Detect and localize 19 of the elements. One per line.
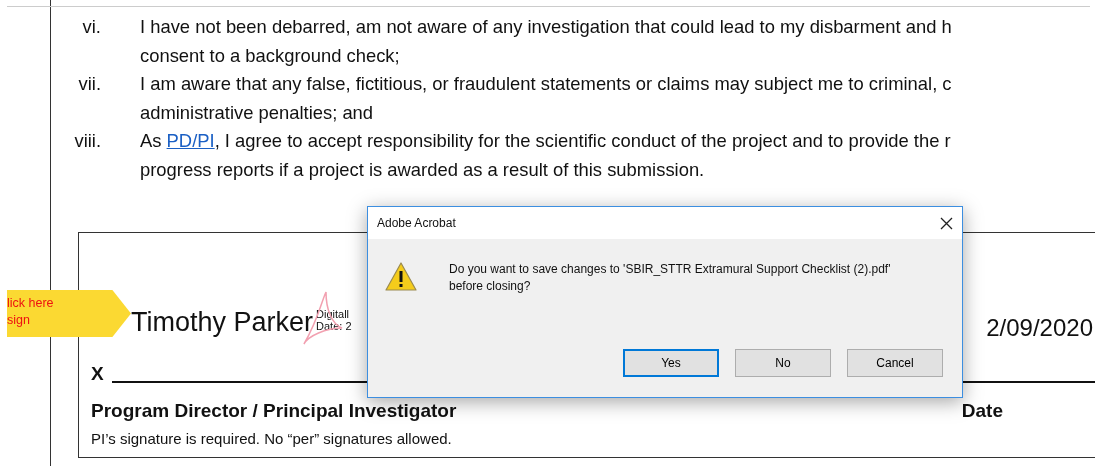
signature-x-mark: X: [91, 364, 104, 383]
list-item-text: I am aware that any false, fictitious, or fraudulent statements or claims may subject me to criminal, c administrative penalties; and: [140, 72, 952, 125]
role-label: Program Director / Principal Investigator: [91, 399, 457, 423]
link[interactable]: PD/PI: [166, 130, 215, 151]
dialog-title: Adobe Acrobat: [377, 215, 456, 232]
dialog-button[interactable]: No: [735, 349, 831, 377]
dialog-button[interactable]: Cancel: [847, 349, 943, 377]
signature-note: PI’s signature is required. No “per” signatures allowed.: [91, 429, 453, 448]
signature-details: Digitall Date: 2: [316, 308, 352, 332]
date-label: Date: [961, 399, 1003, 423]
dialog-message: Do you want to save changes to 'SBIR_STTR Extramural Support Checklist (2).pdf' before closing?: [449, 261, 891, 295]
list-numeral: viii.: [73, 129, 101, 153]
signature-date: 2/09/2020: [986, 313, 1093, 343]
list-item-text: As PD/PI, I agree to accept responsibility for the scientific conduct of the project and to provide the r progress reports if a project is awarded as a result of this submission.: [140, 129, 951, 182]
signer-name: Timothy Parker: [131, 309, 314, 336]
dialog-button[interactable]: Yes: [623, 349, 719, 377]
list-numeral: vii.: [77, 72, 101, 96]
list-item-text: I have not been debarred, am not aware of any investigation that could lead to my disbarment and h consent to a background check;: [140, 15, 952, 68]
list-numeral: vi.: [81, 15, 101, 39]
